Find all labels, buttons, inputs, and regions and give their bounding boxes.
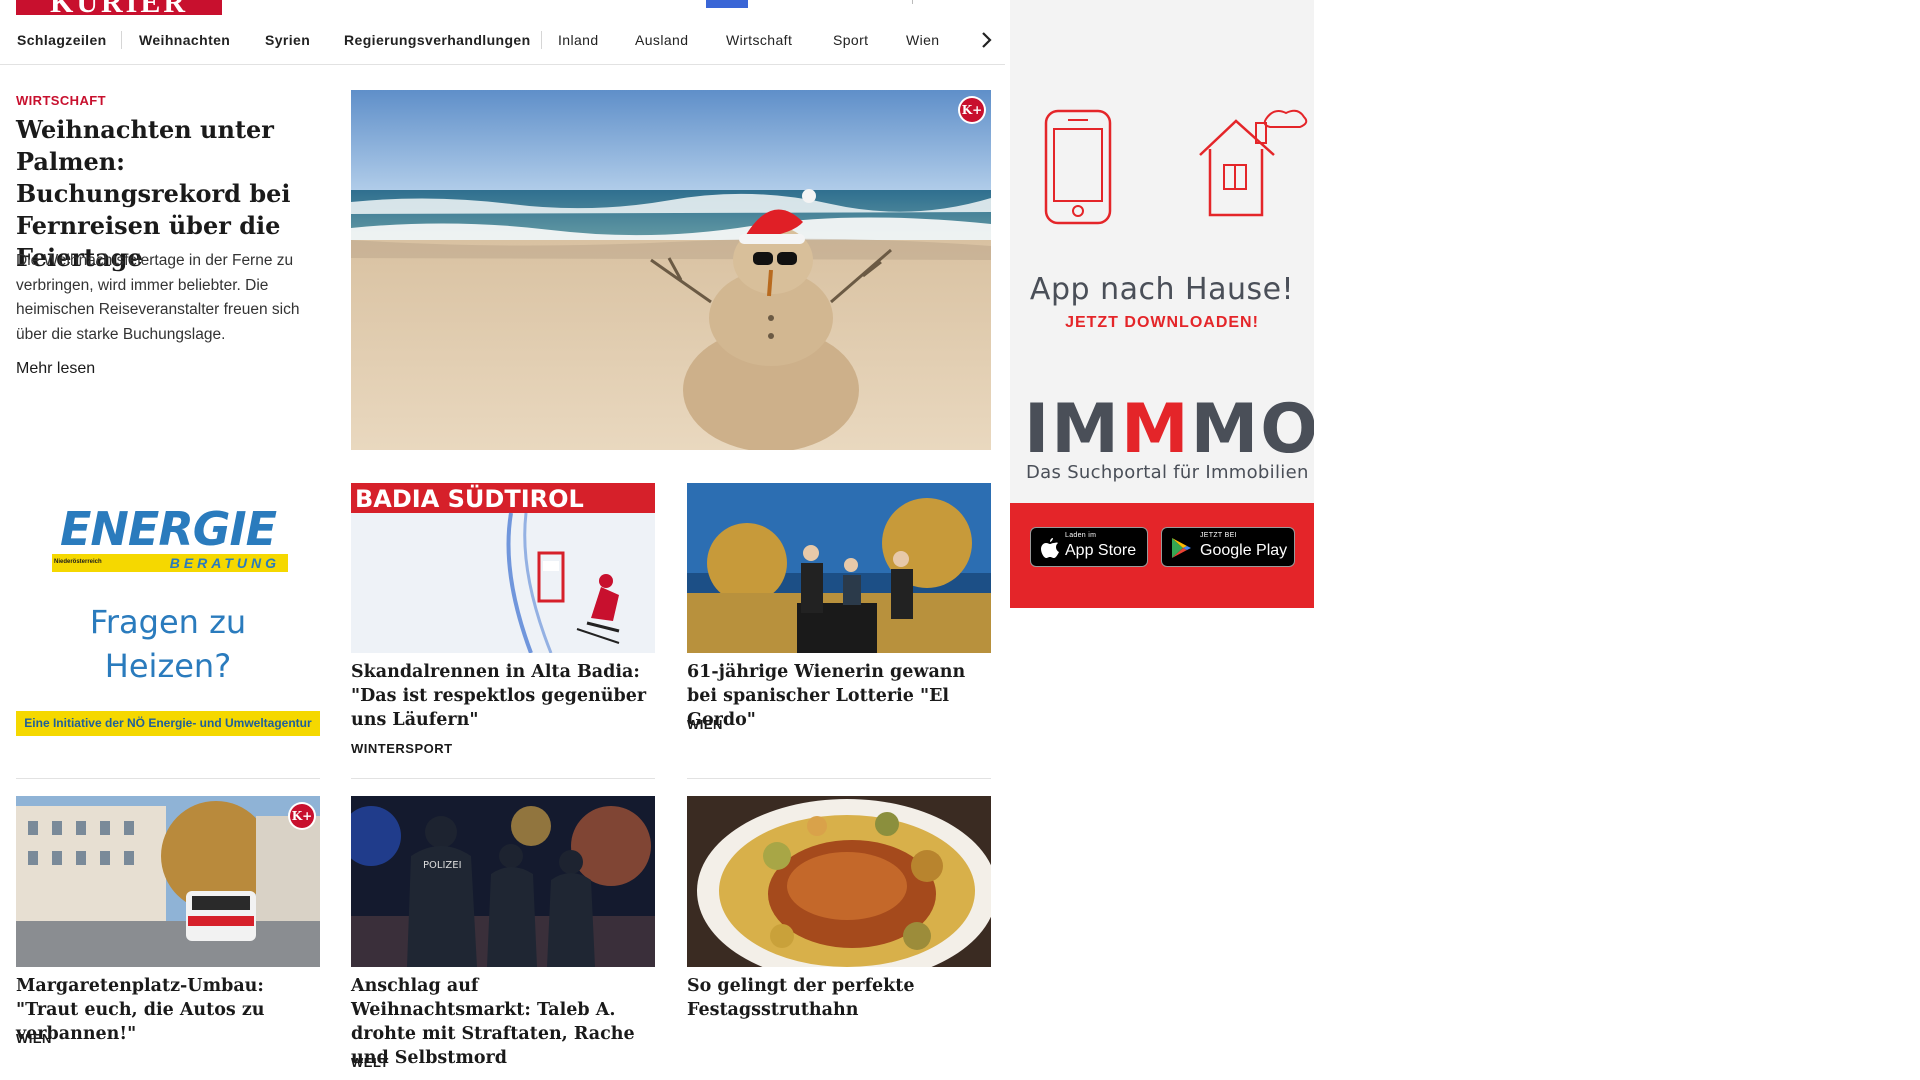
immmo-app-ad[interactable]: App nach Hause! JETZT DOWNLOADEN! IMMMO … <box>1010 0 1314 608</box>
card-image-police[interactable]: POLIZEI <box>351 796 655 967</box>
card-headline[interactable]: 61-jährige Wienerin gewann bei spanische… <box>687 660 991 732</box>
google-play-label: Google Play <box>1200 542 1288 559</box>
immmo-logo-part: MO <box>1190 390 1314 469</box>
ad-subtitle[interactable]: JETZT DOWNLOADEN! <box>1010 314 1314 332</box>
card-image-ski-race[interactable]: BADIA SÜDTIROL <box>351 483 655 653</box>
immmo-logo-accent: M <box>1120 390 1191 469</box>
app-store-small: Laden im <box>1065 532 1097 539</box>
nav-separator <box>541 31 542 49</box>
card-category[interactable]: WINTERSPORT <box>351 741 453 756</box>
app-store-button[interactable]: Laden im App Store <box>1030 527 1148 567</box>
card-image-turkey[interactable] <box>687 796 991 967</box>
energie-question: Fragen zu Heizen? <box>16 600 320 688</box>
card-image-margaretenplatz[interactable]: K+ <box>16 796 320 967</box>
nav-item-inland[interactable]: Inland <box>558 32 599 48</box>
card-headline[interactable]: Anschlag auf Weihnachtsmarkt: Taleb A. d… <box>351 974 655 1070</box>
immmo-logo: IMMMO <box>1024 390 1314 470</box>
house-icon <box>1199 109 1308 217</box>
card-headline[interactable]: Margaretenplatz-Umbau: "Traut euch, die … <box>16 974 320 1046</box>
ad-title: App nach Hause! <box>1029 272 1295 307</box>
card-headline[interactable]: Skandalrennen in Alta Badia: "Das ist re… <box>351 660 655 732</box>
lead-kicker[interactable]: WIRTSCHAFT <box>16 93 106 108</box>
row-divider <box>16 778 320 779</box>
app-store-label: App Store <box>1065 542 1137 559</box>
nav-item-regierungsverhandlungen[interactable]: Regierungsverhandlungen <box>344 32 531 48</box>
kplus-badge: K+ <box>960 98 984 122</box>
nav-item-wirtschaft[interactable]: Wirtschaft <box>726 32 792 48</box>
store-buttons-band: Laden im App Store JETZT BEI Google Play <box>1010 503 1314 608</box>
energie-logo: ENERGIE <box>59 502 277 556</box>
card-category[interactable]: WIEN <box>16 1031 52 1046</box>
google-play-button[interactable]: JETZT BEI Google Play <box>1161 527 1295 567</box>
main-nav: Schlagzeilen Weihnachten Syrien Regierun… <box>0 22 1005 65</box>
phone-icon <box>1044 109 1112 225</box>
row-divider <box>351 778 655 779</box>
lead-teaser: Die Weihnachtsfeiertage in der Ferne zu … <box>16 252 300 343</box>
lead-image-sand-snowman[interactable]: K+ <box>351 90 991 450</box>
nav-scroll-right-icon[interactable] <box>974 27 1000 55</box>
immmo-tagline: Das Suchportal für Immobilien <box>1026 462 1309 483</box>
top-divider <box>912 0 913 4</box>
card-image-lottery[interactable] <box>687 483 991 653</box>
google-play-small: JETZT BEI <box>1200 532 1237 539</box>
row-divider <box>687 778 991 779</box>
nav-item-schlagzeilen[interactable]: Schlagzeilen <box>17 32 107 48</box>
nav-item-wien[interactable]: Wien <box>906 32 940 48</box>
card-headline[interactable]: So gelingt der perfekte Festagsstruthahn <box>687 974 991 1022</box>
card-category[interactable]: WIEN <box>687 717 723 732</box>
logo-text: KURIER <box>16 0 222 15</box>
kplus-badge: K+ <box>290 804 314 828</box>
nav-item-ausland[interactable]: Ausland <box>635 32 688 48</box>
energie-footer: Eine Initiative der NÖ Energie- und Umwe… <box>16 711 320 736</box>
energie-question-line2: Heizen? <box>104 647 232 685</box>
energie-region: Niederösterreich <box>54 559 102 565</box>
kurier-logo[interactable]: KURIER <box>16 0 222 15</box>
immmo-logo-part: IM <box>1024 390 1121 469</box>
card-banner-text: BADIA SÜDTIROL <box>355 483 584 513</box>
energie-question-line1: Fragen zu <box>89 603 247 641</box>
apple-icon <box>1041 538 1059 558</box>
nav-item-syrien[interactable]: Syrien <box>265 32 310 48</box>
energie-beratung-ad[interactable]: ENERGIE BERATUNG Niederösterreich Fragen… <box>16 482 320 736</box>
top-blue-tab[interactable] <box>706 0 748 8</box>
google-play-icon <box>1172 538 1191 558</box>
nav-item-sport[interactable]: Sport <box>833 32 868 48</box>
nav-separator <box>121 31 122 49</box>
svg-text:POLIZEI: POLIZEI <box>423 860 462 871</box>
card-category[interactable]: WELT <box>351 1055 389 1070</box>
nav-item-weihnachten[interactable]: Weihnachten <box>139 32 230 48</box>
read-more-link[interactable]: Mehr lesen <box>16 360 95 378</box>
